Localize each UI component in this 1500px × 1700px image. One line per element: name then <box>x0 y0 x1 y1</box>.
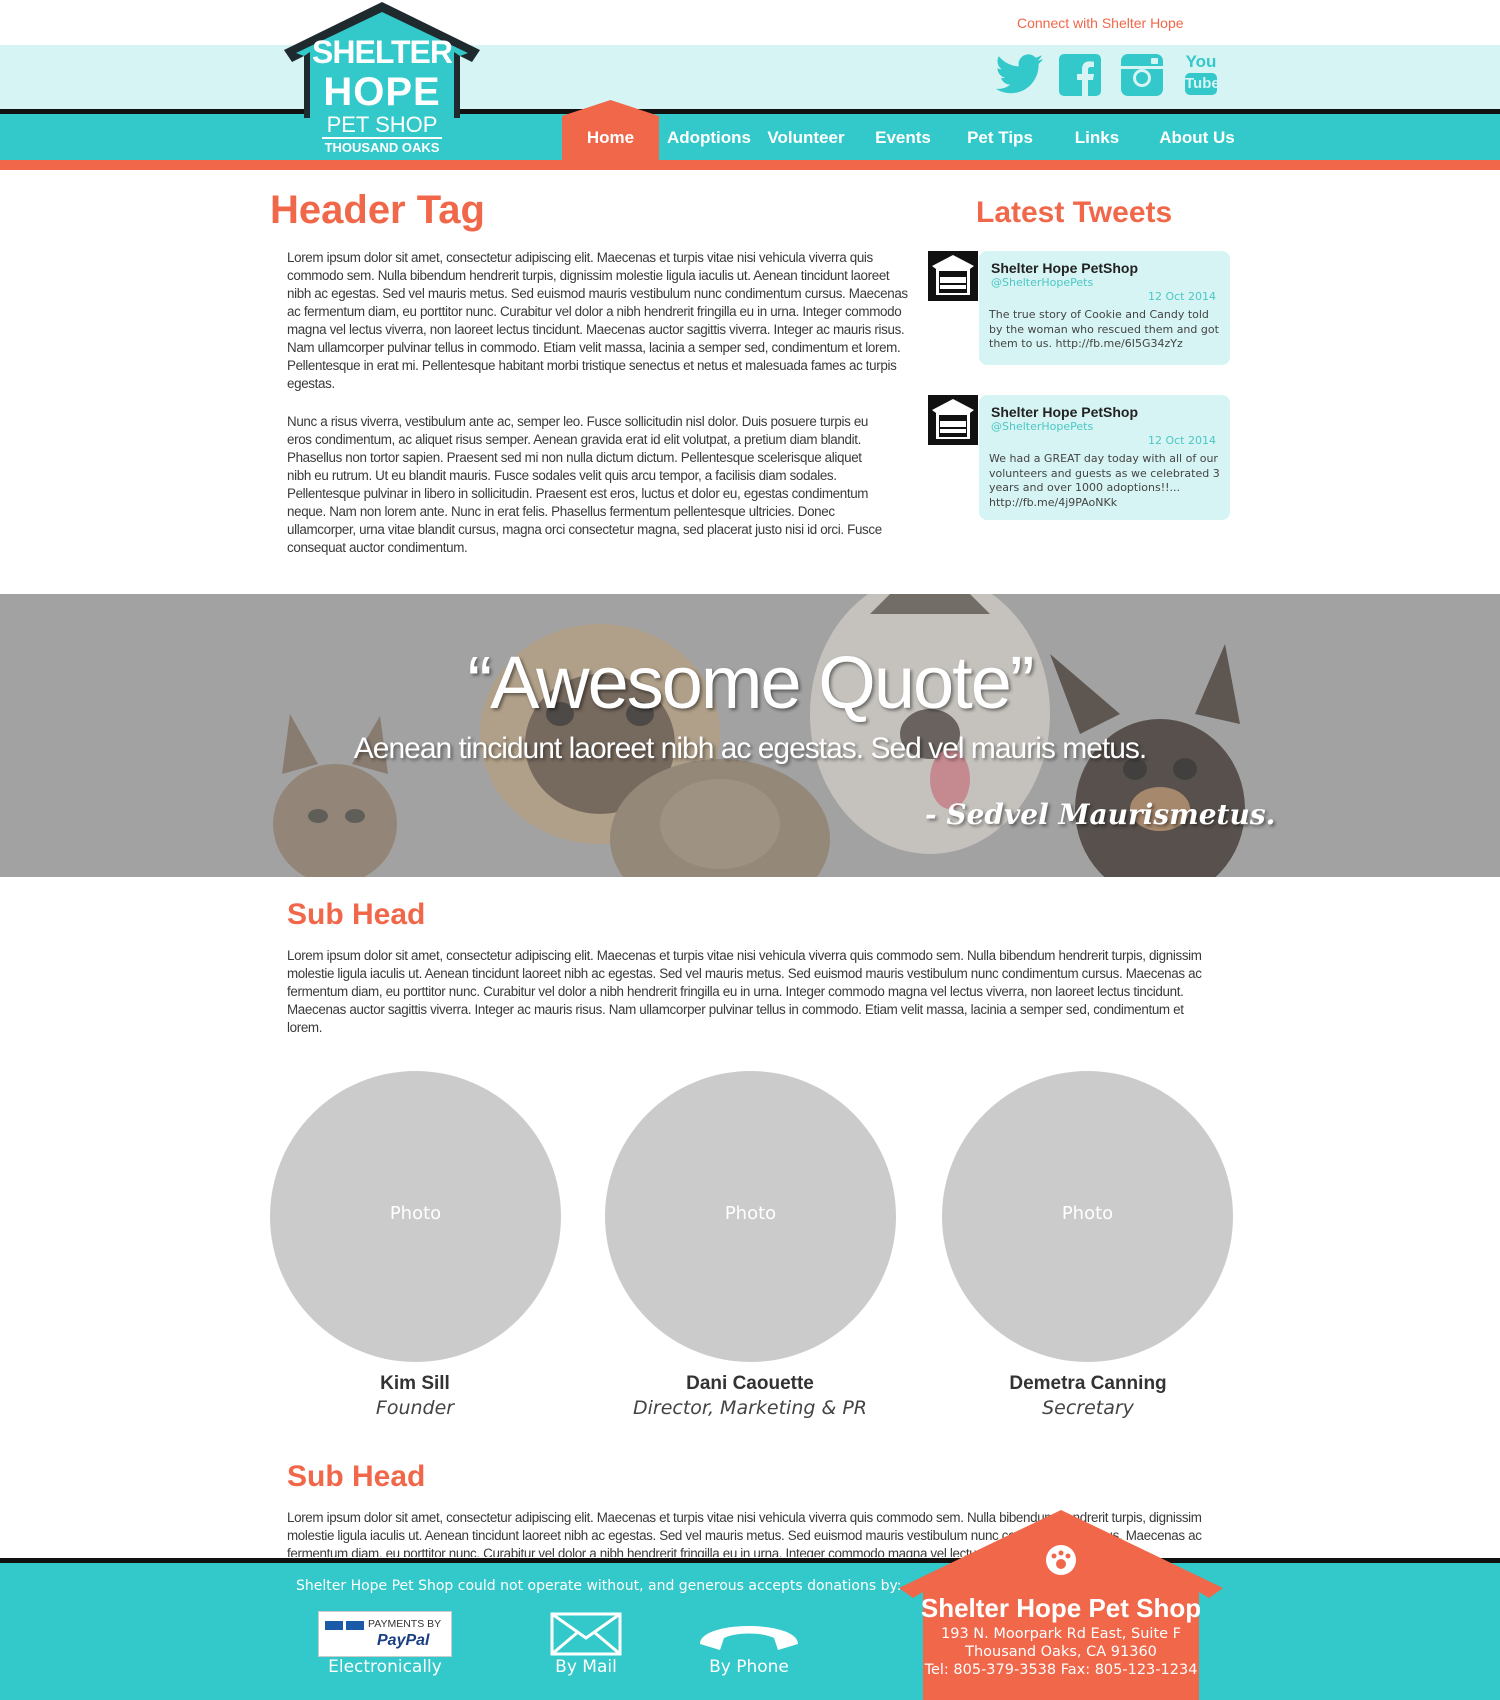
tweet-text: We had a GREAT day today with all of our… <box>989 452 1220 509</box>
tweet-avatar[interactable] <box>928 395 978 445</box>
footer-donation-note: Shelter Hope Pet Shop could not operate … <box>296 1578 902 1594</box>
page-title: Header Tag <box>270 188 485 232</box>
photo-placeholder-label: Photo <box>389 1203 442 1224</box>
tweet-date: 12 Oct 2014 <box>1147 434 1216 447</box>
tweet-card[interactable]: Shelter Hope PetShop @ShelterHopePets 12… <box>979 251 1230 365</box>
paypal-brand: PayPal <box>377 1632 430 1649</box>
footer-org-name: Shelter Hope Pet Shop <box>920 1593 1202 1623</box>
nav-links[interactable]: Links <box>1052 128 1142 148</box>
tweet-handle[interactable]: @ShelterHopePets <box>991 276 1093 289</box>
team-member-name: Dani Caouette <box>686 1373 814 1394</box>
paypal-caption: PAYMENTS BY <box>368 1618 442 1630</box>
youtube-text-top: You <box>1185 52 1217 71</box>
nav-accent-line <box>0 160 1500 170</box>
team-member-role: Secretary <box>1042 1397 1134 1419</box>
header-band <box>0 45 1500 110</box>
quote-headline: “Awesome Quote” <box>467 641 1035 724</box>
intro-paragraph-2: Nunc a risus viverra, vestibulum ante ac… <box>287 414 882 555</box>
team-member-name: Demetra Canning <box>1009 1373 1167 1394</box>
envelope-icon[interactable] <box>550 1612 622 1656</box>
youtube-icon[interactable]: You Tube <box>1181 52 1221 98</box>
tweet-author[interactable]: Shelter Hope PetShop <box>991 260 1138 276</box>
intro-paragraph-1: Lorem ipsum dolor sit amet, consectetur … <box>287 250 908 391</box>
team-member-role: Founder <box>375 1397 455 1419</box>
footer-address-line: 193 N. Moorpark Rd East, Suite F <box>941 1626 1181 1642</box>
logo-line-shelter: SHELTER <box>312 34 453 70</box>
photo-placeholder-label: Photo <box>1061 1203 1114 1224</box>
footer-contact-line: Tel: 805-379-3538 Fax: 805-123-1234 <box>924 1662 1198 1678</box>
photo-placeholder-label: Photo <box>724 1203 777 1224</box>
subhead: Sub Head <box>287 1460 426 1493</box>
quote-author: - Sedvel Maurismetus. <box>925 798 1276 831</box>
facebook-icon[interactable] <box>1057 52 1103 98</box>
team-photo: Photo <box>605 1071 896 1362</box>
twitter-icon[interactable] <box>995 52 1045 98</box>
footer-address-line: Thousand Oaks, CA 91360 <box>965 1644 1157 1660</box>
tweets-title: Latest Tweets <box>976 196 1173 229</box>
connect-link[interactable]: Connect with Shelter Hope <box>1017 15 1184 31</box>
team-member-role: Director, Marketing & PR <box>632 1397 867 1419</box>
card-icon <box>346 1621 364 1630</box>
tweet-author[interactable]: Shelter Hope PetShop <box>991 404 1138 420</box>
site-logo[interactable]: SHELTER HOPE PET SHOP THOUSAND OAKS <box>282 0 482 160</box>
section-paragraph: Lorem ipsum dolor sit amet, consectetur … <box>287 948 1202 1035</box>
quote-subtext: Aenean tincidunt laoreet nibh ac egestas… <box>353 732 1148 765</box>
donate-electronically-label[interactable]: Electronically <box>315 1657 455 1677</box>
tweet-avatar[interactable] <box>928 251 978 301</box>
paypal-badge[interactable]: PAYMENTS BY PayPal <box>318 1611 452 1657</box>
nav-home[interactable]: Home <box>562 128 659 148</box>
tweet-text: The true story of Cookie and Candy told … <box>989 308 1219 350</box>
logo-line-hope: HOPE <box>323 70 441 114</box>
tweet-date: 12 Oct 2014 <box>1147 290 1216 303</box>
team-photo: Photo <box>942 1071 1233 1362</box>
logo-line-city: THOUSAND OAKS <box>324 140 440 155</box>
tweet-handle[interactable]: @ShelterHopePets <box>991 420 1093 433</box>
nav-events[interactable]: Events <box>858 128 948 148</box>
subhead: Sub Head <box>287 898 426 931</box>
donate-by-mail-label[interactable]: By Mail <box>516 1657 656 1677</box>
youtube-text-bottom: Tube <box>1185 73 1220 95</box>
card-icon <box>325 1621 343 1630</box>
tweet-card[interactable]: Shelter Hope PetShop @ShelterHopePets 12… <box>979 395 1230 520</box>
logo-rule <box>322 137 442 139</box>
team-member-name: Kim Sill <box>380 1373 450 1394</box>
nav-volunteer[interactable]: Volunteer <box>761 128 851 148</box>
nav-adoptions[interactable]: Adoptions <box>664 128 754 148</box>
nav-about-us[interactable]: About Us <box>1149 128 1245 148</box>
donate-by-phone-label[interactable]: By Phone <box>679 1657 819 1677</box>
team-photo: Photo <box>270 1071 561 1362</box>
logo-line-petshop: PET SHOP <box>326 112 438 137</box>
nav-pet-tips[interactable]: Pet Tips <box>955 128 1045 148</box>
phone-icon[interactable] <box>696 1612 802 1656</box>
instagram-icon[interactable] <box>1119 52 1165 98</box>
